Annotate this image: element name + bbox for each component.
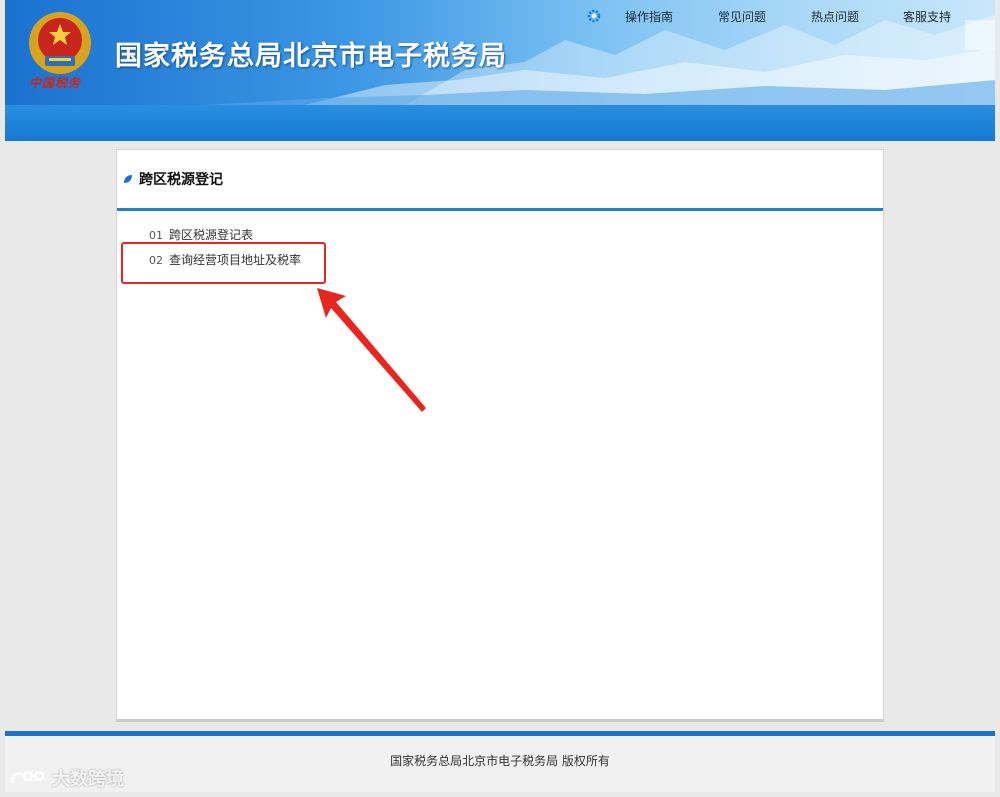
watermark-text: 大数跨境 (52, 769, 124, 790)
menu-item-number: 01 (149, 229, 163, 242)
nav-hot-issues[interactable]: 热点问题 (811, 8, 859, 25)
menu-item-label: 跨区税源登记表 (169, 228, 254, 242)
panel-title: 跨区税源登记 (139, 172, 223, 188)
main-panel: 跨区税源登记 01 跨区税源登记表 02 查询经营项目地址及税率 (116, 149, 884, 722)
site-title: 国家税务总局北京市电子税务局 (115, 41, 507, 72)
site-header: 中国税务 国家税务总局北京市电子税务局 操作指南 常见问题 热点问题 客服支持 (5, 0, 995, 141)
header-band (5, 105, 995, 141)
leaf-bullet-icon (124, 175, 132, 183)
tax-emblem-icon (29, 12, 91, 74)
top-navigation: 操作指南 常见问题 热点问题 客服支持 (585, 6, 995, 26)
nav-faq[interactable]: 常见问题 (718, 8, 766, 25)
panel-header: 跨区税源登记 (117, 150, 883, 208)
footer-copyright: 国家税务总局北京市电子税务局 版权所有 (390, 754, 610, 768)
annotation-highlight-box (121, 242, 326, 284)
gear-icon (587, 9, 601, 23)
nav-operation-guide[interactable]: 操作指南 (625, 8, 673, 25)
watermark-logo-icon (10, 770, 45, 784)
footer: 国家税务总局北京市电子税务局 版权所有 (5, 736, 995, 792)
nav-customer-support[interactable]: 客服支持 (903, 8, 951, 25)
watermark: 大数跨境 (8, 765, 124, 791)
emblem-caption: 中国税务 (29, 76, 82, 90)
